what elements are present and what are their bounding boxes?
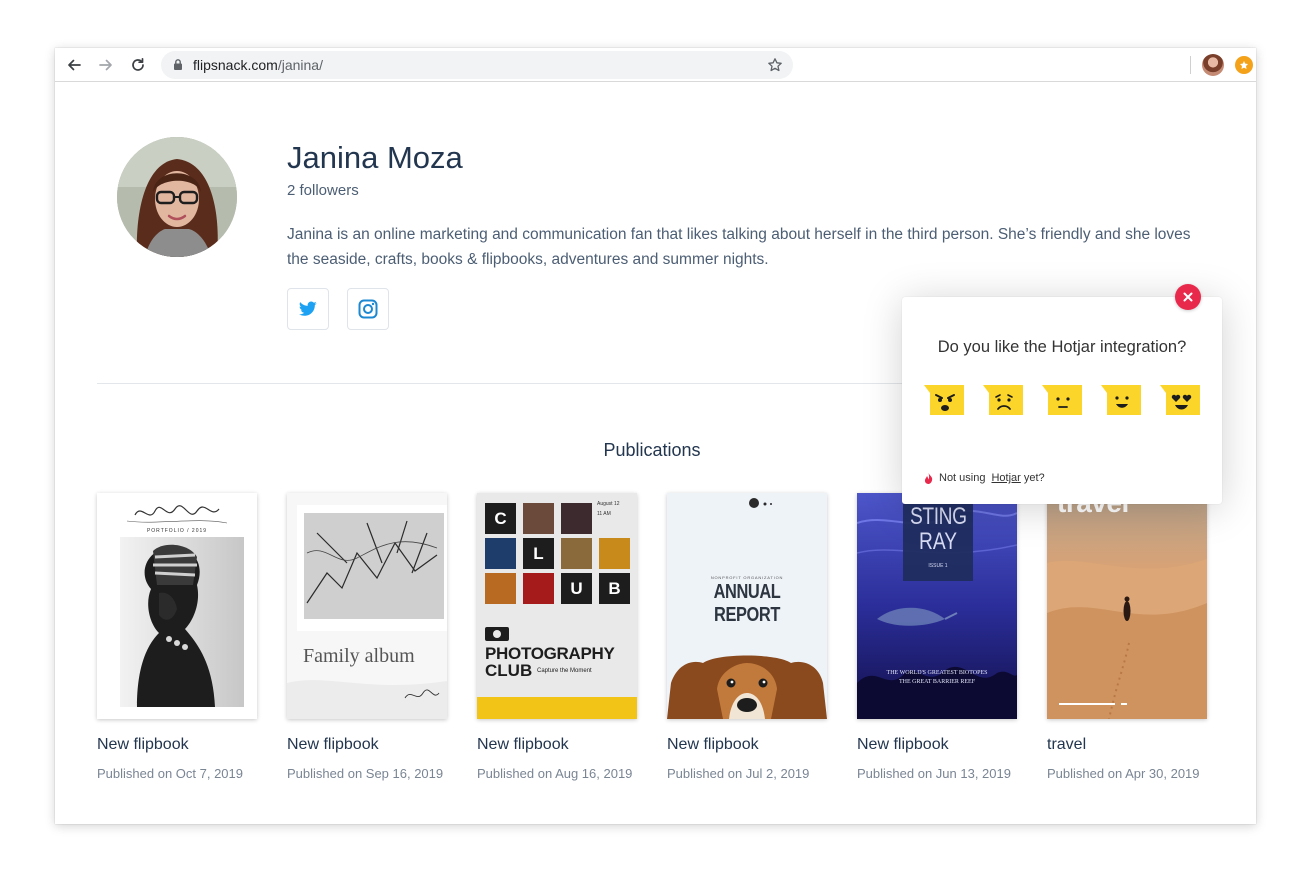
publication-title[interactable]: New flipbook [857, 736, 1017, 754]
arrow-right-icon [99, 59, 112, 71]
club-letter-b: B [608, 579, 621, 598]
profile-avatar-icon[interactable] [1202, 54, 1224, 76]
travel-cover-image [1047, 493, 1207, 719]
extension-glyph-icon [1240, 61, 1248, 69]
stingray-caption-1: THE WORLD'S GREATEST BIOTOPES [886, 670, 988, 676]
profile-photo-icon [117, 137, 237, 257]
stingray-issue: ISSUE 1 [928, 563, 948, 569]
publication-card[interactable]: travel travel Published on Apr 30, 2019 [1047, 493, 1207, 781]
stingray-caption-2: THE GREAT BARRIER REEF [898, 679, 976, 685]
twitter-button[interactable] [287, 288, 329, 330]
publication-card[interactable]: Family album New flipbook Published on S… [287, 493, 447, 781]
toolbar-separator [1190, 56, 1191, 74]
publication-date: Published on Oct 7, 2019 [97, 766, 243, 781]
publication-card[interactable]: STING RAY ISSUE 1 THE WORLD'S GREATEST B… [857, 493, 1017, 781]
instagram-button[interactable] [347, 288, 389, 330]
reload-button[interactable] [127, 54, 149, 76]
hotjar-footer: Not using Hotjar yet? [924, 472, 1045, 484]
url-path: /janina/ [277, 57, 323, 73]
love-emoji-icon [1160, 385, 1200, 415]
publication-cover-annual[interactable]: NONPROFIT ORGANIZATION ANNUAL REPORT [667, 493, 827, 719]
browser-window: flipsnack.com/janina/ Janina Moza 2 foll… [55, 48, 1256, 824]
publication-date: Published on Aug 16, 2019 [477, 766, 633, 781]
club-letter-c: C [494, 509, 507, 528]
family-cover-image [287, 493, 447, 719]
url-text: flipsnack.com/janina/ [193, 57, 323, 73]
club-date: August 12 [597, 501, 620, 507]
publication-title[interactable]: travel [1047, 736, 1207, 754]
club-letter-u: U [570, 579, 583, 598]
family-title: Family album [303, 645, 415, 667]
profile-bio: Janina is an online marketing and commun… [287, 226, 1191, 268]
publication-card[interactable]: PORTFOLIO / 2019 New flipbook Published … [97, 493, 257, 781]
portfolio-subtitle: PORTFOLIO / 2019 [146, 528, 208, 534]
rating-love-button[interactable] [1160, 385, 1200, 419]
bookmark-star-icon[interactable] [767, 57, 783, 73]
forward-button[interactable] [95, 54, 117, 76]
publication-date: Published on Jun 13, 2019 [857, 766, 1011, 781]
publication-date: Published on Apr 30, 2019 [1047, 766, 1200, 781]
publication-date: Published on Sep 16, 2019 [287, 766, 444, 781]
publication-cover-club[interactable]: C L U B August 12 11 AM PHOTOGRAPHY CLUB… [477, 493, 637, 719]
lock-icon [174, 59, 182, 70]
reload-icon [132, 57, 144, 71]
arrow-left-icon [68, 59, 81, 71]
twitter-icon [299, 301, 317, 316]
club-title-2: CLUB [485, 661, 533, 680]
club-letter-l: L [533, 544, 544, 563]
followers-count[interactable]: 2 followers [287, 182, 359, 199]
browser-toolbar: flipsnack.com/janina/ [55, 48, 1256, 82]
hotjar-flame-icon [924, 472, 933, 484]
rating-hate-button[interactable] [924, 385, 964, 419]
rating-dislike-button[interactable] [983, 385, 1023, 419]
extension-icon[interactable] [1235, 56, 1253, 74]
publication-cover-travel[interactable]: travel [1047, 493, 1207, 719]
publication-title[interactable]: New flipbook [97, 736, 257, 754]
annual-subtitle: NONPROFIT ORGANIZATION [710, 575, 784, 580]
rating-like-button[interactable] [1101, 385, 1141, 419]
address-bar[interactable]: flipsnack.com/janina/ [161, 51, 793, 79]
publication-date: Published on Jul 2, 2019 [667, 766, 810, 781]
club-time: 11 AM [597, 511, 611, 517]
stingray-title-1: STING [910, 503, 967, 530]
instagram-icon [358, 299, 378, 319]
profile-avatar [117, 137, 237, 257]
club-tagline: Capture the Moment [537, 668, 592, 674]
portfolio-cover-image [97, 493, 257, 719]
back-button[interactable] [63, 54, 85, 76]
publication-card[interactable]: NONPROFIT ORGANIZATION ANNUAL REPORT New… [667, 493, 827, 781]
footer-suffix: yet? [1023, 472, 1045, 484]
profile-name: Janina Moza [287, 140, 463, 175]
annual-title: ANNUAL REPORT [713, 581, 781, 626]
publication-cover-portfolio[interactable]: PORTFOLIO / 2019 [97, 493, 257, 719]
publication-card[interactable]: C L U B August 12 11 AM PHOTOGRAPHY CLUB… [477, 493, 637, 781]
publication-cover-stingray[interactable]: STING RAY ISSUE 1 THE WORLD'S GREATEST B… [857, 493, 1017, 719]
footer-prefix: Not using [939, 472, 986, 484]
popup-close-button[interactable] [1175, 284, 1201, 310]
stingray-title-2: RAY [918, 528, 958, 555]
hotjar-feedback-popup: Do you like the Hotjar integration? Not … [902, 284, 1222, 504]
publication-title[interactable]: New flipbook [477, 736, 637, 754]
hotjar-link[interactable]: Hotjar [991, 472, 1020, 484]
like-emoji-icon [1101, 385, 1141, 415]
dislike-emoji-icon [983, 385, 1023, 415]
neutral-emoji-icon [1042, 385, 1082, 415]
publication-title[interactable]: New flipbook [287, 736, 447, 754]
feedback-question: Do you like the Hotjar integration? [937, 338, 1187, 356]
rating-neutral-button[interactable] [1042, 385, 1082, 419]
url-host: flipsnack.com [193, 57, 278, 73]
close-icon [1183, 292, 1193, 302]
hate-emoji-icon [924, 385, 964, 415]
publication-cover-family[interactable]: Family album [287, 493, 447, 719]
publication-title[interactable]: New flipbook [667, 736, 827, 754]
